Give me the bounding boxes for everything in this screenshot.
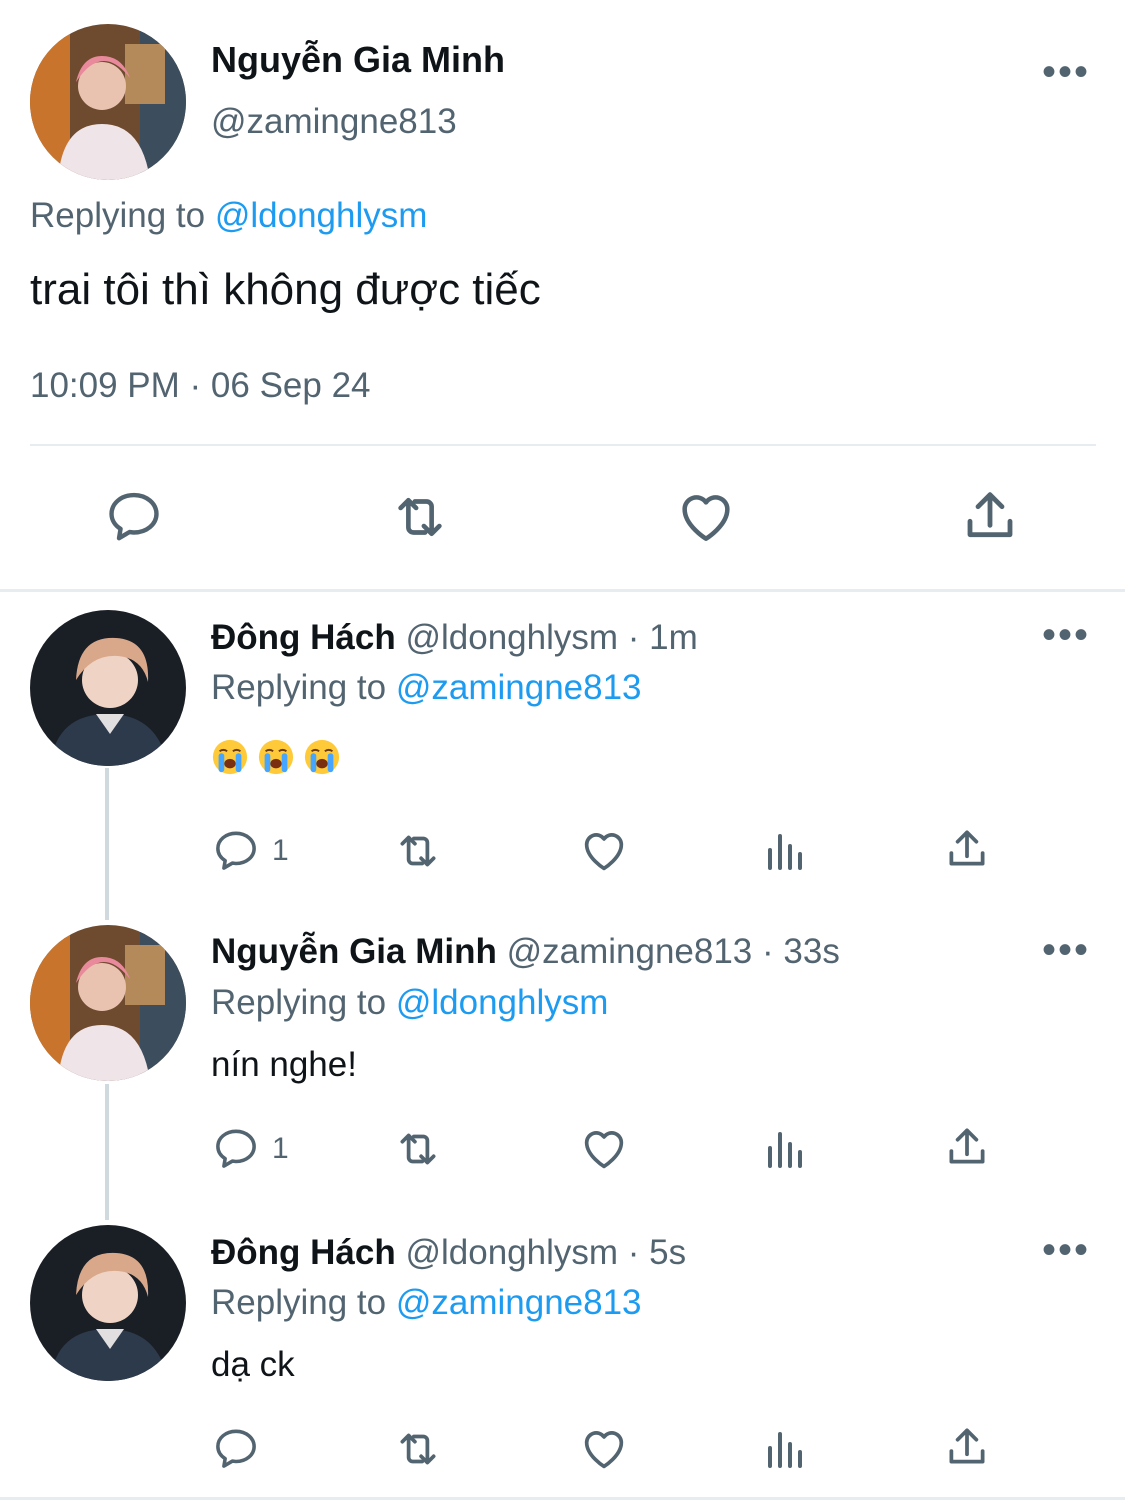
reply-author-handle[interactable]: @zamingne813 — [507, 932, 753, 971]
views-icon[interactable] — [762, 1426, 810, 1474]
reply-header: Đông Hách @ldonghlysm · 1m — [211, 616, 698, 660]
replying-to-line: Replying to @zamingne813 — [211, 666, 642, 710]
replying-to-handle-link[interactable]: @ldonghlysm — [396, 983, 609, 1022]
tweet-timestamp[interactable]: 10:09 PM · 06 Sep 24 — [30, 364, 371, 408]
replying-to-line: Replying to @ldonghlysm — [211, 981, 608, 1025]
more-options-icon[interactable]: ••• — [1042, 1230, 1090, 1270]
author-name[interactable]: Nguyễn Gia Minh — [211, 38, 505, 82]
reply-icon[interactable] — [211, 1424, 261, 1474]
replying-to-handle-link[interactable]: @zamingne813 — [396, 668, 642, 707]
reply-time[interactable]: · 5s — [628, 1233, 686, 1272]
replying-to-handle-link[interactable]: @ldonghlysm — [215, 196, 428, 235]
views-icon[interactable] — [762, 828, 810, 876]
like-icon[interactable] — [578, 1422, 630, 1474]
retweet-icon[interactable] — [389, 826, 447, 876]
like-icon[interactable] — [578, 1122, 630, 1174]
reply-icon[interactable] — [211, 826, 261, 876]
replying-to-line: Replying to @zamingne813 — [211, 1281, 642, 1325]
more-options-icon[interactable]: ••• — [1042, 52, 1090, 92]
reply-text: dạ ck — [211, 1345, 295, 1384]
replying-to-label: Replying to — [211, 668, 387, 707]
share-icon[interactable] — [942, 824, 992, 874]
reply-icon[interactable] — [103, 486, 165, 548]
tweet-text: trai tôi thì không được tiếc — [30, 265, 541, 314]
crying-face-emoji-icon — [211, 738, 249, 776]
replying-to-line: Replying to @ldonghlysm — [30, 194, 427, 238]
reply-avatar[interactable] — [30, 925, 186, 1081]
share-icon[interactable] — [942, 1422, 992, 1472]
section-divider — [0, 589, 1125, 592]
reply-text: 😭😭😭 — [211, 738, 349, 782]
retweet-icon[interactable] — [389, 1124, 447, 1174]
share-icon[interactable] — [958, 484, 1022, 548]
share-icon[interactable] — [942, 1122, 992, 1172]
reply-avatar[interactable] — [30, 610, 186, 766]
reply-time[interactable]: · 1m — [628, 618, 698, 657]
more-options-icon[interactable]: ••• — [1042, 930, 1090, 970]
reply-text: nín nghe! — [211, 1045, 357, 1084]
reply-author-name[interactable]: Nguyễn Gia Minh — [211, 932, 497, 971]
crying-face-emoji-icon — [303, 738, 341, 776]
author-handle[interactable]: @zamingne813 — [211, 100, 457, 144]
reply-time[interactable]: · 33s — [762, 932, 840, 971]
replying-to-label: Replying to — [211, 1283, 387, 1322]
like-icon[interactable] — [578, 824, 630, 876]
replying-to-label: Replying to — [30, 196, 206, 235]
replying-to-label: Replying to — [211, 983, 387, 1022]
reply-header: Đông Hách @ldonghlysm · 5s — [211, 1231, 686, 1275]
thread-line — [105, 1084, 109, 1220]
retweet-icon[interactable] — [389, 1424, 447, 1474]
replying-to-handle-link[interactable]: @zamingne813 — [396, 1283, 642, 1322]
reply-author-handle[interactable]: @ldonghlysm — [405, 618, 618, 657]
author-avatar[interactable] — [30, 24, 186, 180]
crying-face-emoji-icon — [257, 738, 295, 776]
reply-author-name[interactable]: Đông Hách — [211, 618, 396, 657]
reply-icon[interactable] — [211, 1124, 261, 1174]
divider — [30, 444, 1096, 446]
thread-line — [105, 768, 109, 920]
reply-author-handle[interactable]: @ldonghlysm — [405, 1233, 618, 1272]
reply-header: Nguyễn Gia Minh @zamingne813 · 33s — [211, 930, 840, 974]
views-icon[interactable] — [762, 1126, 810, 1174]
reply-avatar[interactable] — [30, 1225, 186, 1381]
like-icon[interactable] — [674, 484, 738, 548]
retweet-icon[interactable] — [385, 486, 455, 548]
more-options-icon[interactable]: ••• — [1042, 615, 1090, 655]
reply-author-name[interactable]: Đông Hách — [211, 1233, 396, 1272]
reply-count: 1 — [272, 1132, 289, 1165]
reply-count: 1 — [272, 834, 289, 867]
